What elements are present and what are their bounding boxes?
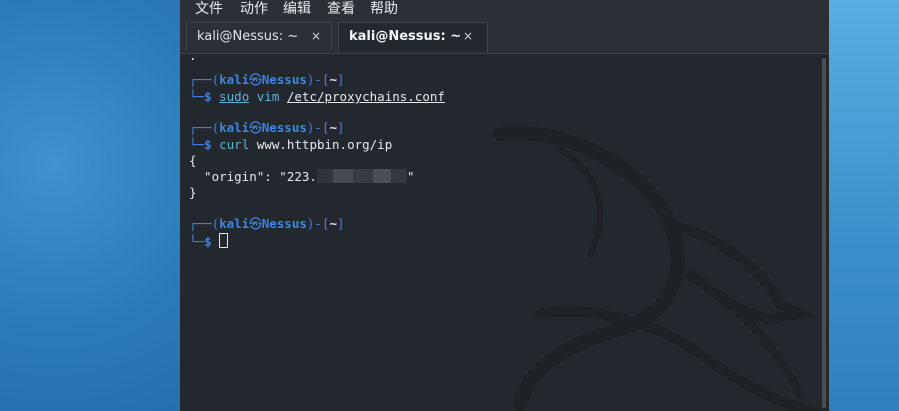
output-line: }	[189, 185, 197, 200]
command-name: curl	[219, 137, 250, 152]
command-name: sudo	[219, 89, 250, 104]
menu-bar: 文件 动作 编辑 查看 帮助	[180, 0, 829, 20]
terminal-area[interactable]: . ┌──(kali㉿Nessus)-[~] └─$ sudo vim /etc…	[180, 54, 820, 411]
file-path: /etc/proxychains.conf	[286, 89, 445, 104]
menu-view[interactable]: 查看	[327, 0, 355, 18]
prompt-line: ┌──(kali㉿Nessus)-[~]	[189, 216, 345, 231]
tab-terminal-1[interactable]: kali@Nessus: ~ ×	[186, 22, 332, 50]
redacted-ip	[316, 169, 407, 183]
menu-help[interactable]: 帮助	[370, 0, 398, 18]
tab-bar: kali@Nessus: ~ × kali@Nessus: ~ ×	[180, 20, 829, 54]
tab-label: kali@Nessus: ~	[349, 29, 462, 44]
prompt-line: ┌──(kali㉿Nessus)-[~]	[189, 120, 345, 135]
menu-action[interactable]: 动作	[240, 0, 268, 18]
close-icon[interactable]: ×	[463, 29, 473, 43]
active-prompt-line: └─$	[189, 233, 229, 250]
kali-dragon-icon	[493, 125, 820, 411]
terminal-line: .	[189, 54, 197, 63]
tab-terminal-2[interactable]: kali@Nessus: ~ ×	[338, 22, 488, 52]
scrollbar[interactable]	[820, 54, 829, 411]
output-line: "origin": "223. "	[189, 169, 415, 184]
desktop-background-left	[0, 0, 180, 411]
scrollbar-thumb[interactable]	[822, 58, 826, 408]
command-line: └─$ curl www.httpbin.org/ip	[189, 137, 393, 152]
menu-file[interactable]: 文件	[195, 0, 223, 18]
prompt-line: ┌──(kali㉿Nessus)-[~]	[189, 72, 345, 87]
close-icon[interactable]: ×	[311, 29, 321, 43]
menu-edit[interactable]: 编辑	[283, 0, 311, 18]
terminal-window: 文件 动作 编辑 查看 帮助 kali@Nessus: ~ × kali@Nes…	[180, 0, 829, 411]
tab-label: kali@Nessus: ~	[197, 29, 299, 44]
command-line: └─$ sudo vim /etc/proxychains.conf	[189, 89, 445, 104]
text-cursor	[219, 233, 229, 248]
desktop-background-right	[829, 0, 899, 411]
output-line: {	[189, 153, 197, 168]
